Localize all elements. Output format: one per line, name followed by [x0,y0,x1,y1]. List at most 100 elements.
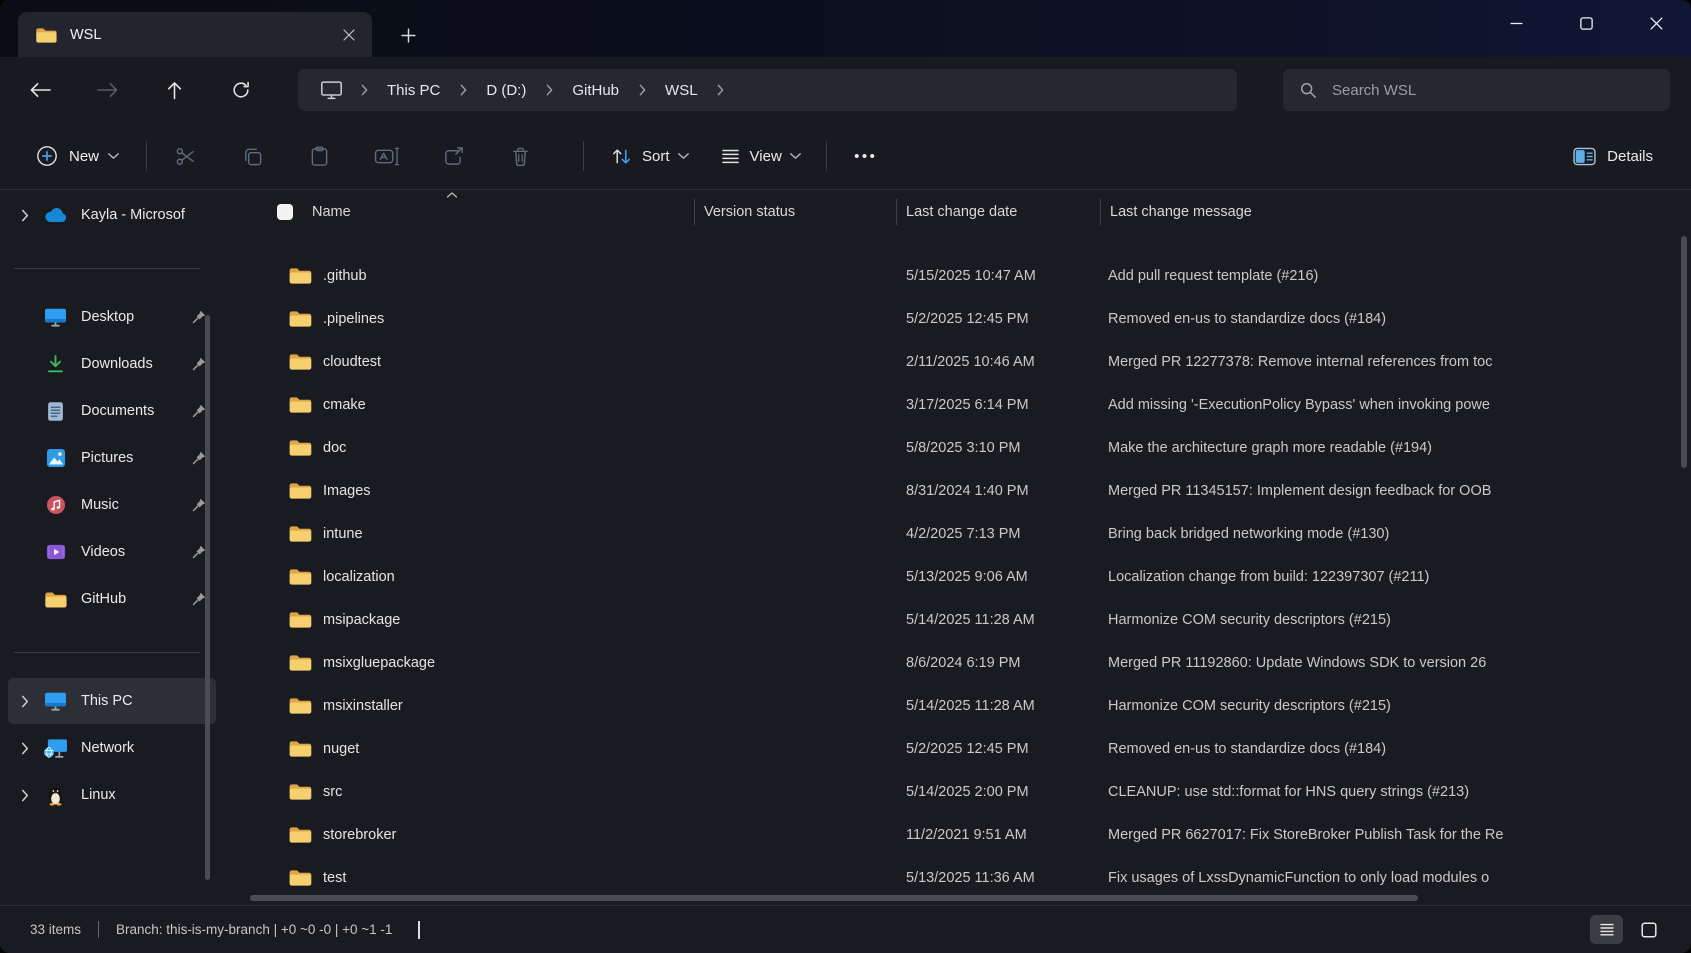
tab-close-button[interactable] [336,22,362,48]
refresh-button[interactable] [219,70,263,110]
sidebar-item-pictures[interactable]: Pictures [8,435,216,481]
minimize-button[interactable] [1481,0,1551,46]
sidebar-item-network[interactable]: Network [8,725,216,771]
last-change-date-cell: 11/2/2021 9:51 AM [896,827,1100,843]
table-row[interactable]: test 5/13/2025 11:36 AM Fix usages of Lx… [250,856,1691,899]
sidebar-item-label: Kayla - Microsof [81,207,216,223]
search-input[interactable] [1330,81,1654,100]
table-row[interactable]: localization 5/13/2025 9:06 AM Localizat… [250,555,1691,598]
paste-button[interactable] [298,136,340,176]
folder-icon [288,352,312,371]
sort-button[interactable]: Sort [601,139,697,174]
column-header-name[interactable]: Name [250,190,694,234]
onedrive-cloud-icon [42,207,69,223]
table-row[interactable]: storebroker 11/2/2021 9:51 AM Merged PR … [250,813,1691,856]
table-row[interactable]: cloudtest 2/11/2025 10:46 AM Merged PR 1… [250,340,1691,383]
file-name: .github [323,268,367,284]
new-button[interactable]: New [24,137,129,175]
folder-icon [288,438,312,457]
view-toggles [1590,915,1665,944]
table-row[interactable]: msixinstaller 5/14/2025 11:28 AM Harmoni… [250,684,1691,727]
close-button[interactable] [1621,0,1691,46]
last-change-message-cell: Merged PR 11192860: Update Windows SDK t… [1100,655,1600,671]
breadcrumb-this-pc[interactable]: This PC [383,79,444,102]
sidebar-item-github[interactable]: GitHub [8,576,216,622]
sidebar-scrollbar[interactable] [205,315,210,880]
details-view-button[interactable] [1590,915,1623,944]
select-all-checkbox[interactable] [277,204,293,220]
table-row[interactable]: msipackage 5/14/2025 11:28 AM Harmonize … [250,598,1691,641]
table-row[interactable]: nuget 5/2/2025 12:45 PM Removed en-us to… [250,727,1691,770]
last-change-date-cell: 5/14/2025 11:28 AM [896,698,1100,714]
plus-icon [401,28,416,43]
copy-button[interactable] [231,136,273,176]
breadcrumb-drive-d[interactable]: D (D:) [482,79,530,102]
tab-title: WSL [70,27,101,43]
maximize-button[interactable] [1551,0,1621,46]
view-button[interactable]: View [711,140,809,173]
breadcrumb-wsl[interactable]: WSL [661,79,702,102]
table-row[interactable]: .pipelines 5/2/2025 12:45 PM Removed en-… [250,297,1691,340]
see-more-button[interactable]: ••• [844,148,888,165]
details-button[interactable]: Details [1563,139,1663,174]
last-change-message-cell: Bring back bridged networking mode (#130… [1100,526,1600,542]
up-button[interactable] [152,70,196,110]
sidebar-item-onedrive[interactable]: Kayla - Microsof [8,192,216,238]
search-box[interactable] [1283,69,1670,111]
address-bar[interactable]: This PC D (D:) GitHub WSL [298,69,1237,111]
this-pc-icon [42,691,69,711]
delete-button[interactable] [499,136,541,176]
new-tab-button[interactable] [392,19,424,51]
column-header-label: Name [312,204,351,220]
last-change-date-cell: 5/14/2025 2:00 PM [896,784,1100,800]
sidebar-item-label: Downloads [81,356,189,372]
sidebar-item-music[interactable]: Music [8,482,216,528]
view-button-label: View [750,148,782,165]
sidebar-item-downloads[interactable]: Downloads [8,341,216,387]
file-name: cloudtest [323,354,381,370]
status-bar: 33 items Branch: this-is-my-branch | +0 … [0,905,1691,953]
table-row[interactable]: intune 4/2/2025 7:13 PM Bring back bridg… [250,512,1691,555]
last-change-message-cell: Localization change from build: 12239730… [1100,569,1600,585]
tab-wsl[interactable]: WSL [18,12,372,57]
titlebar: WSL [0,0,1691,57]
toolbar-divider [146,141,147,171]
table-row[interactable]: .github 5/15/2025 10:47 AM Add pull requ… [250,254,1691,297]
cut-button[interactable] [164,136,206,176]
thumbnail-view-button[interactable] [1632,915,1665,944]
breadcrumb-github[interactable]: GitHub [568,79,623,102]
table-row[interactable]: msixgluepackage 8/6/2024 6:19 PM Merged … [250,641,1691,684]
column-header-last-change-date[interactable]: Last change date [896,190,1100,234]
file-name: doc [323,440,346,456]
network-icon [42,738,69,759]
table-row[interactable]: Images 8/31/2024 1:40 PM Merged PR 11345… [250,469,1691,512]
last-change-date-cell: 5/15/2025 10:47 AM [896,268,1100,284]
last-change-message-cell: Merged PR 12277378: Remove internal refe… [1100,354,1600,370]
documents-icon [42,401,69,422]
column-header-label: Version status [704,204,795,220]
sidebar-item-videos[interactable]: Videos [8,529,216,575]
rename-button[interactable] [365,136,407,176]
table-row[interactable]: doc 5/8/2025 3:10 PM Make the architectu… [250,426,1691,469]
sidebar-item-this-pc[interactable]: This PC [8,678,216,724]
column-header-version-status[interactable]: Version status [694,190,896,234]
back-button[interactable] [18,70,62,110]
forward-button[interactable] [85,70,129,110]
sidebar-item-desktop[interactable]: Desktop [8,294,216,340]
column-header-label: Last change message [1110,204,1252,220]
chevron-right-icon [702,84,740,96]
vertical-scrollbar[interactable] [1681,236,1687,468]
last-change-message-cell: Merged PR 6627017: Fix StoreBroker Publi… [1100,827,1600,843]
table-row[interactable]: src 5/14/2025 2:00 PM CLEANUP: use std::… [250,770,1691,813]
table-row[interactable]: cmake 3/17/2025 6:14 PM Add missing '-Ex… [250,383,1691,426]
horizontal-scrollbar[interactable] [250,895,1418,901]
toolbar-divider [826,141,827,171]
column-header-last-change-message[interactable]: Last change message [1100,190,1691,234]
statusbar-divider [98,921,99,938]
folder-icon [288,825,312,844]
sidebar-item-documents[interactable]: Documents [8,388,216,434]
sidebar-item-linux[interactable]: Linux [8,772,216,818]
desktop-icon [42,307,69,327]
last-change-message-cell: Harmonize COM security descriptors (#215… [1100,698,1600,714]
share-button[interactable] [432,136,474,176]
